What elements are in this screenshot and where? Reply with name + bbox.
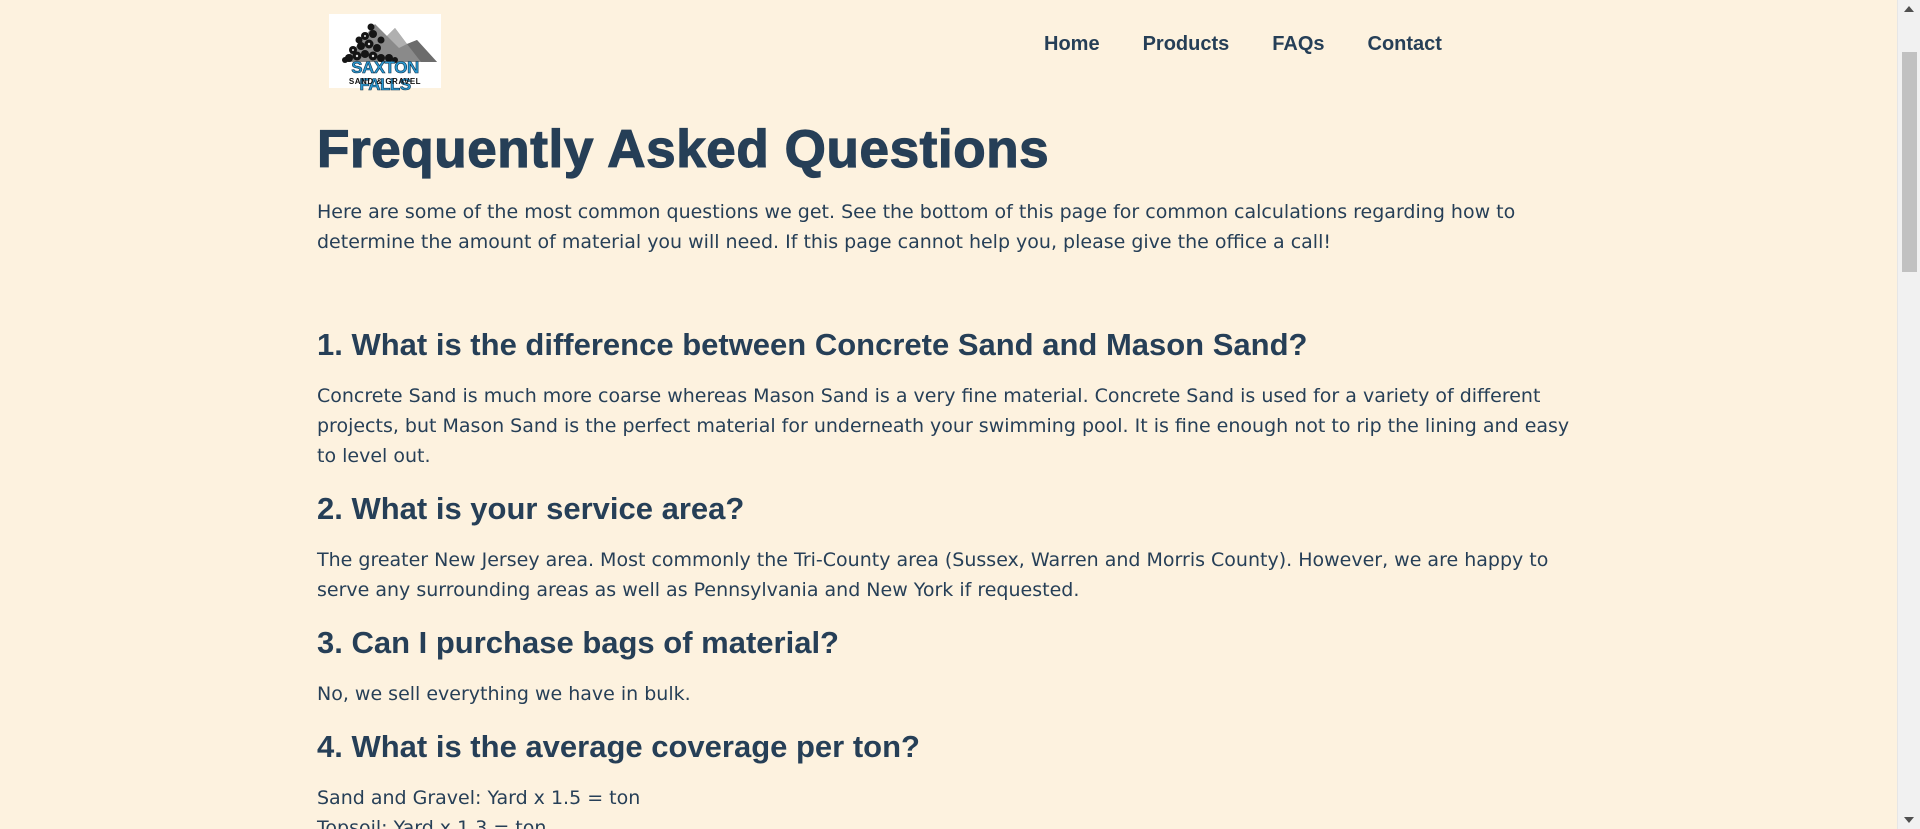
faq-list: 1. What is the difference between Concre… bbox=[317, 326, 1579, 829]
nav-products[interactable]: Products bbox=[1143, 30, 1230, 58]
main-content: Here are some of the most common questio… bbox=[317, 197, 1579, 829]
faq-question: 3. Can I purchase bags of material? bbox=[317, 625, 839, 660]
intro-text: Here are some of the most common questio… bbox=[317, 201, 1516, 253]
site-logo[interactable]: SAXTON FALLS SAND & GRAVEL bbox=[329, 14, 441, 93]
faq-question: 1. What is the difference between Concre… bbox=[317, 327, 1308, 362]
nav-contact[interactable]: Contact bbox=[1368, 30, 1442, 58]
faq-answer: Concrete Sand is much more coarse wherea… bbox=[317, 385, 1570, 467]
scrollbar-thumb[interactable] bbox=[1902, 52, 1917, 272]
nav-faqs[interactable]: FAQs bbox=[1272, 30, 1324, 58]
vertical-scrollbar[interactable] bbox=[1897, 0, 1920, 829]
page-title: Frequently Asked Questions bbox=[316, 119, 1050, 179]
faq-item: 1. What is the difference between Concre… bbox=[317, 326, 1579, 471]
faq-item: 3. Can I purchase bags of material? No, … bbox=[317, 624, 1579, 709]
faq-answer: The greater New Jersey area. Most common… bbox=[317, 549, 1549, 601]
faq-question: 4. What is the average coverage per ton? bbox=[317, 729, 920, 764]
logo-title: SAXTON FALLS bbox=[351, 58, 420, 94]
scroll-down-arrow-icon[interactable] bbox=[1904, 817, 1914, 823]
faq-answer: Sand and Gravel: Yard x 1.5 = ton Topsoi… bbox=[317, 783, 1579, 829]
faq-question: 2. What is your service area? bbox=[317, 491, 745, 526]
coverage-line: Topsoil: Yard x 1.3 = ton bbox=[317, 817, 547, 829]
scroll-up-arrow-icon[interactable] bbox=[1904, 6, 1914, 12]
faq-answer: No, we sell everything we have in bulk. bbox=[317, 683, 691, 705]
main-nav: Home Products FAQs Contact bbox=[1044, 30, 1485, 58]
page: SAXTON FALLS SAND & GRAVEL Home Products… bbox=[0, 0, 1897, 829]
faq-item: 4. What is the average coverage per ton?… bbox=[317, 728, 1579, 829]
nav-home[interactable]: Home bbox=[1044, 30, 1100, 58]
logo-subtitle: SAND & GRAVEL bbox=[348, 77, 422, 86]
coverage-line: Sand and Gravel: Yard x 1.5 = ton bbox=[317, 787, 641, 809]
faq-item: 2. What is your service area? The greate… bbox=[317, 490, 1579, 605]
